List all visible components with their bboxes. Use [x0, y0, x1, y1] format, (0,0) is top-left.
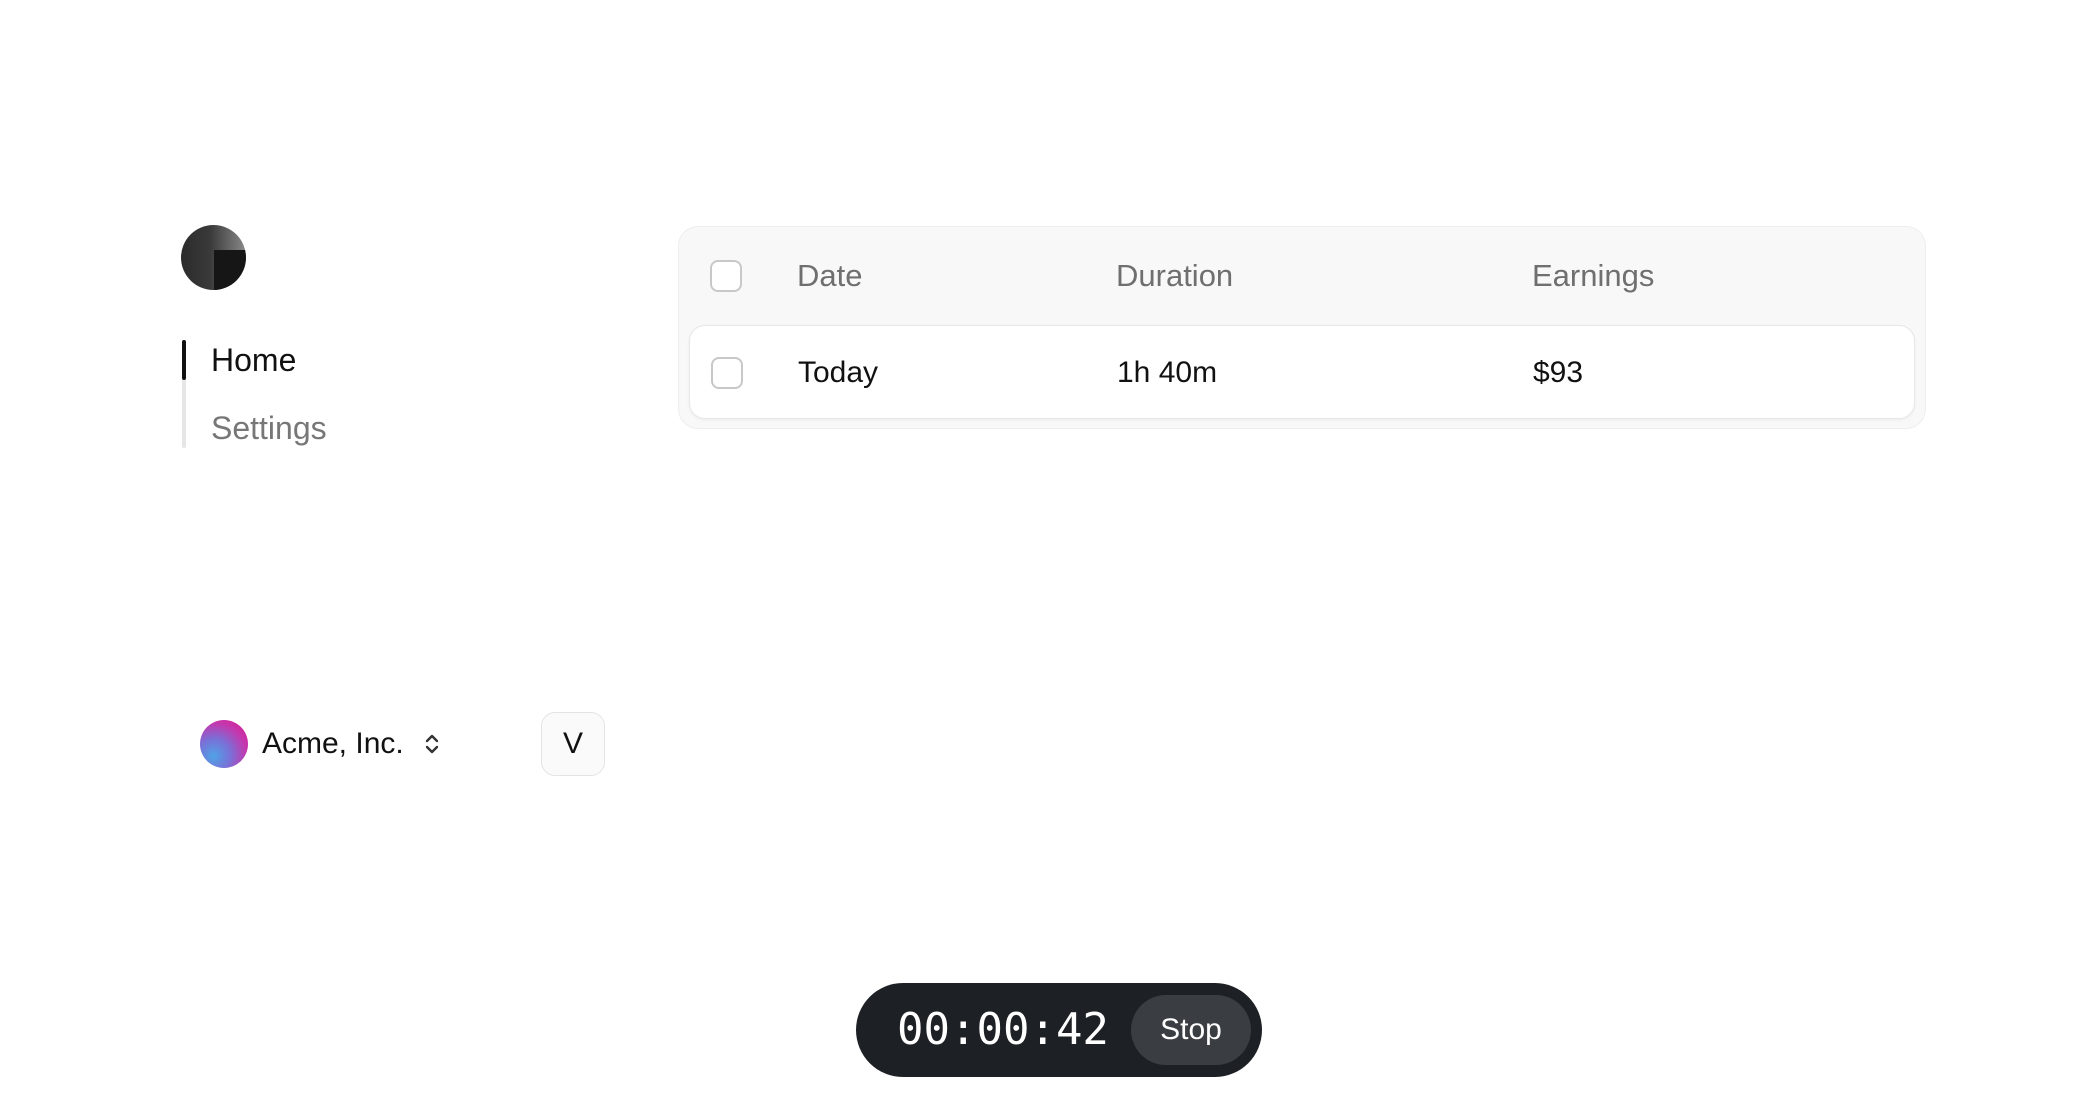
sidebar-item-home[interactable]: Home [211, 340, 296, 380]
workspace-name: Acme, Inc. [262, 727, 404, 760]
workspace-avatar [200, 720, 248, 768]
workspace-switcher[interactable]: Acme, Inc. [200, 720, 440, 768]
column-header-earnings[interactable]: Earnings [1532, 227, 1654, 325]
column-header-date[interactable]: Date [797, 227, 862, 325]
app-root: Home Settings Acme, Inc. V Date Duration… [0, 0, 2100, 1106]
timer-bar: 00:00:42 Stop [856, 983, 1262, 1077]
sidebar-item-settings[interactable]: Settings [211, 408, 327, 448]
sessions-table: Date Duration Earnings Today 1h 40m $93 [678, 226, 1926, 429]
nav-active-indicator [182, 340, 186, 380]
timer-elapsed: 00:00:42 [897, 1004, 1109, 1055]
chevron-up-down-icon [425, 734, 438, 754]
table-header: Date Duration Earnings [679, 227, 1925, 325]
cell-earnings: $93 [1533, 356, 1584, 389]
cell-duration: 1h 40m [1117, 356, 1218, 389]
row-checkbox[interactable] [711, 357, 743, 389]
cell-date: Today [798, 356, 879, 389]
table-row[interactable]: Today 1h 40m $93 [689, 325, 1915, 419]
select-all-checkbox[interactable] [710, 260, 742, 292]
column-header-duration[interactable]: Duration [1116, 227, 1233, 325]
app-logo-icon[interactable] [181, 225, 246, 290]
stop-button[interactable]: Stop [1131, 995, 1251, 1065]
user-avatar-button[interactable]: V [541, 712, 605, 776]
